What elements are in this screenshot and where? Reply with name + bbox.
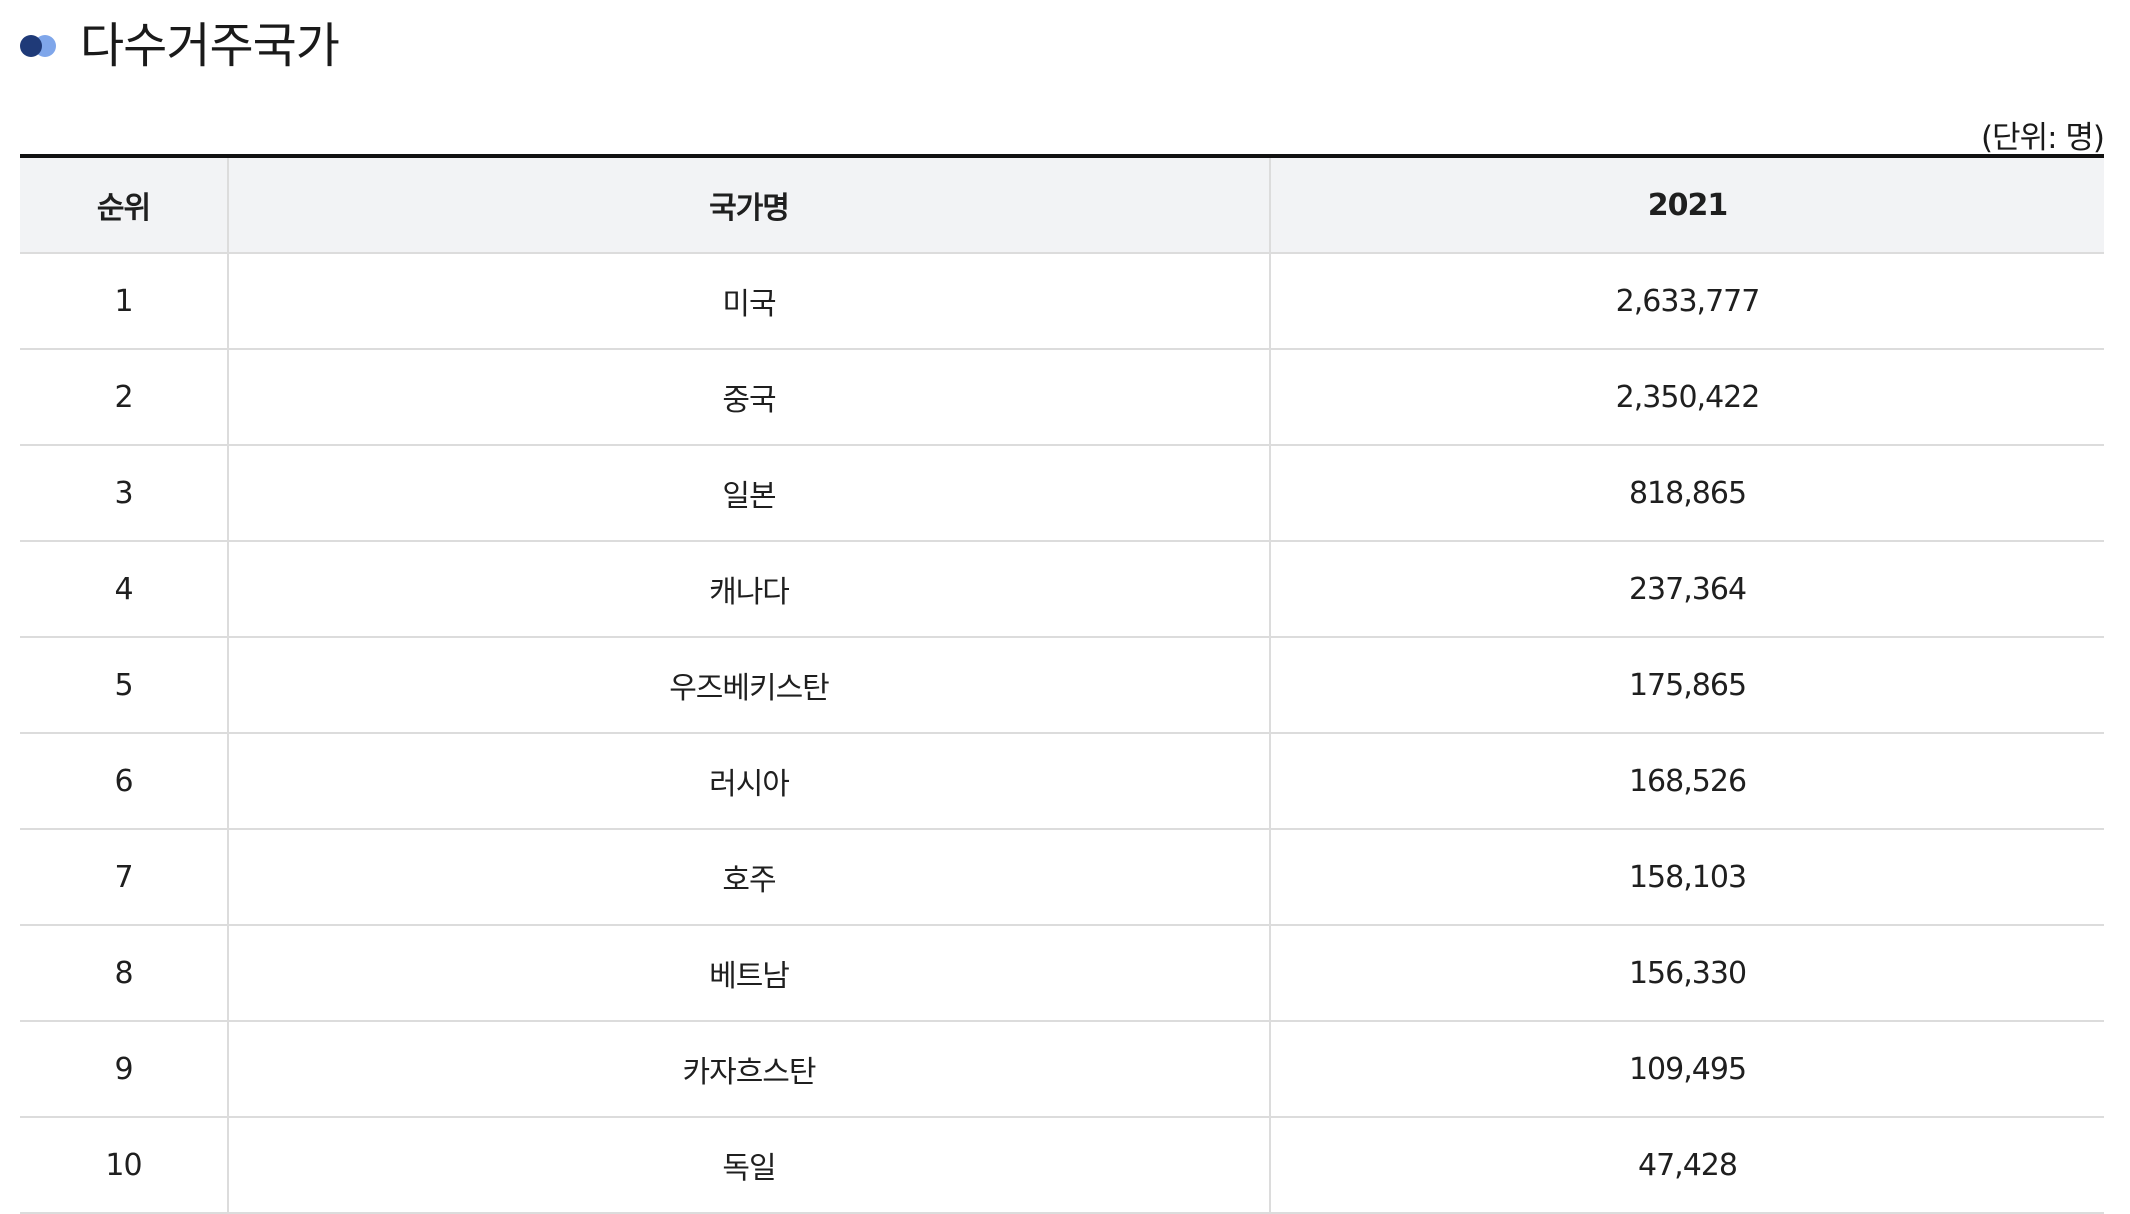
cell-value: 109,495 xyxy=(1269,1021,2104,1118)
cell-value: 168,526 xyxy=(1269,733,2104,830)
cell-value: 156,330 xyxy=(1269,925,2104,1022)
table-row: 3 일본 818,865 xyxy=(20,445,2104,542)
cell-country: 카자흐스탄 xyxy=(227,1021,1270,1118)
bullet-dot-dark xyxy=(20,35,42,57)
table-row: 2 중국 2,350,422 xyxy=(20,349,2104,446)
cell-country: 미국 xyxy=(227,253,1270,350)
table-row: 10 독일 47,428 xyxy=(20,1117,2104,1214)
cell-rank: 7 xyxy=(20,829,228,926)
section-heading: 다수거주국가 xyxy=(20,16,340,76)
table-row: 4 캐나다 237,364 xyxy=(20,541,2104,638)
cell-country: 중국 xyxy=(227,349,1270,446)
cell-rank: 6 xyxy=(20,733,228,830)
table-header-row: 순위 국가명 2021 xyxy=(20,156,2104,254)
table-row: 7 호주 158,103 xyxy=(20,829,2104,926)
cell-rank: 8 xyxy=(20,925,228,1022)
cell-value: 2,633,777 xyxy=(1269,253,2104,350)
cell-country: 일본 xyxy=(227,445,1270,542)
cell-rank: 4 xyxy=(20,541,228,638)
unit-label: (단위: 명) xyxy=(1980,120,2105,156)
cell-value: 237,364 xyxy=(1269,541,2104,638)
country-residence-table: 순위 국가명 2021 1 미국 2,633,777 2 중국 2,350,42… xyxy=(20,154,2104,1214)
cell-country: 러시아 xyxy=(227,733,1270,830)
cell-value: 175,865 xyxy=(1269,637,2104,734)
table-row: 5 우즈베키스탄 175,865 xyxy=(20,637,2104,734)
cell-rank: 9 xyxy=(20,1021,228,1118)
table-row: 9 카자흐스탄 109,495 xyxy=(20,1021,2104,1118)
cell-value: 158,103 xyxy=(1269,829,2104,926)
table-row: 1 미국 2,633,777 xyxy=(20,253,2104,350)
table-row: 6 러시아 168,526 xyxy=(20,733,2104,830)
cell-rank: 2 xyxy=(20,349,228,446)
cell-country: 호주 xyxy=(227,829,1270,926)
cell-rank: 1 xyxy=(20,253,228,350)
double-dot-icon xyxy=(20,33,62,59)
cell-rank: 10 xyxy=(20,1117,228,1214)
cell-country: 캐나다 xyxy=(227,541,1270,638)
cell-value: 818,865 xyxy=(1269,445,2104,542)
cell-country: 베트남 xyxy=(227,925,1270,1022)
table-row: 8 베트남 156,330 xyxy=(20,925,2104,1022)
cell-rank: 5 xyxy=(20,637,228,734)
cell-value: 2,350,422 xyxy=(1269,349,2104,446)
header-rank: 순위 xyxy=(20,156,228,254)
cell-rank: 3 xyxy=(20,445,228,542)
header-year: 2021 xyxy=(1269,156,2104,254)
header-country: 국가명 xyxy=(227,156,1270,254)
cell-country: 우즈베키스탄 xyxy=(227,637,1270,734)
page-title: 다수거주국가 xyxy=(80,18,340,74)
cell-country: 독일 xyxy=(227,1117,1270,1214)
cell-value: 47,428 xyxy=(1269,1117,2104,1214)
